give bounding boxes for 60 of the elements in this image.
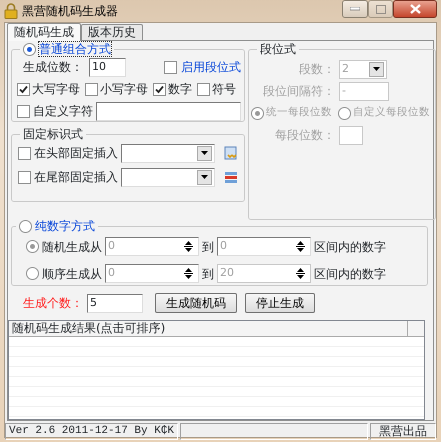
tab[interactable]: 版本历史 xyxy=(81,24,143,40)
radio-button[interactable] xyxy=(23,42,36,56)
checkbox-label[interactable]: 数字 xyxy=(168,80,192,98)
group-title: 段位式 xyxy=(260,42,296,56)
lock-icon xyxy=(4,3,18,19)
checkbox-label[interactable]: 小写字母 xyxy=(100,80,148,98)
insert-dropdown[interactable] xyxy=(121,168,215,186)
window-title: 黑营随机码生成器 xyxy=(22,3,118,20)
results-list[interactable]: 随机码生成结果(点击可排序) xyxy=(8,320,425,420)
close-button[interactable] xyxy=(393,0,437,18)
checkbox[interactable] xyxy=(18,146,31,160)
checkbox[interactable] xyxy=(85,82,98,96)
close-icon xyxy=(410,4,420,14)
group-title: 固定标识式 xyxy=(23,127,83,141)
field-label: 段数： xyxy=(298,61,335,78)
insert-dropdown[interactable] xyxy=(121,144,215,162)
status-text: Ver 2.6 2011-12-17 By K₵K xyxy=(5,423,178,440)
checkbox[interactable] xyxy=(18,170,31,184)
count-field[interactable]: 5 xyxy=(87,294,143,312)
minimize-button[interactable] xyxy=(342,0,368,18)
radio-button[interactable] xyxy=(19,220,32,232)
field-label: 段位间隔符： xyxy=(262,83,335,100)
stop-button[interactable]: 停止生成 xyxy=(245,293,315,313)
length-label: 生成位数： xyxy=(23,59,83,76)
to-label: 到 xyxy=(202,238,214,256)
checkbox-label[interactable]: 启用段位式 xyxy=(181,58,241,76)
document-arrows-icon[interactable] xyxy=(224,146,238,160)
stack-minus-icon[interactable] xyxy=(224,170,238,184)
status-text: 黑营出品 xyxy=(370,423,436,440)
checkbox[interactable] xyxy=(17,82,30,96)
tab[interactable]: 随机码生成 xyxy=(7,23,81,41)
radio-button[interactable] xyxy=(26,267,39,280)
maximize-icon xyxy=(376,4,386,14)
checkbox-label[interactable]: 自定义字符 xyxy=(33,102,93,120)
spin-arrows-icon[interactable] xyxy=(293,266,308,281)
spin-arrows-icon[interactable] xyxy=(181,266,196,281)
maximize-button[interactable] xyxy=(368,0,393,18)
radio-label[interactable]: 随机生成从 xyxy=(42,238,102,256)
checkbox[interactable] xyxy=(153,82,166,96)
spin-arrows-icon[interactable] xyxy=(181,239,196,254)
length-field[interactable]: 10 xyxy=(89,58,126,76)
checkbox[interactable] xyxy=(197,82,210,96)
per-segment-field[interactable] xyxy=(339,126,363,144)
checkbox-label[interactable]: 符号 xyxy=(212,80,236,98)
checkbox[interactable] xyxy=(17,104,30,118)
checkbox-label[interactable]: 在头部固定插入 xyxy=(34,144,118,162)
radio-button[interactable] xyxy=(26,240,39,253)
generate-button[interactable]: 生成随机码 xyxy=(155,293,237,313)
field-label: 每段位数： xyxy=(274,127,335,144)
minimize-icon xyxy=(350,7,360,11)
spin-arrows-icon[interactable] xyxy=(293,239,308,254)
custom-chars-field[interactable] xyxy=(96,102,241,120)
checkbox-label[interactable]: 大写字母 xyxy=(32,80,80,98)
checkbox-label[interactable]: 在尾部固定插入 xyxy=(34,168,118,186)
range-suffix: 区间内的数字 xyxy=(314,238,386,256)
range-suffix: 区间内的数字 xyxy=(314,266,386,282)
radio-label[interactable]: 顺序生成从 xyxy=(42,264,102,282)
checkbox[interactable] xyxy=(164,60,177,74)
to-label: 到 xyxy=(202,266,214,282)
count-label: 生成个数： xyxy=(23,295,83,312)
